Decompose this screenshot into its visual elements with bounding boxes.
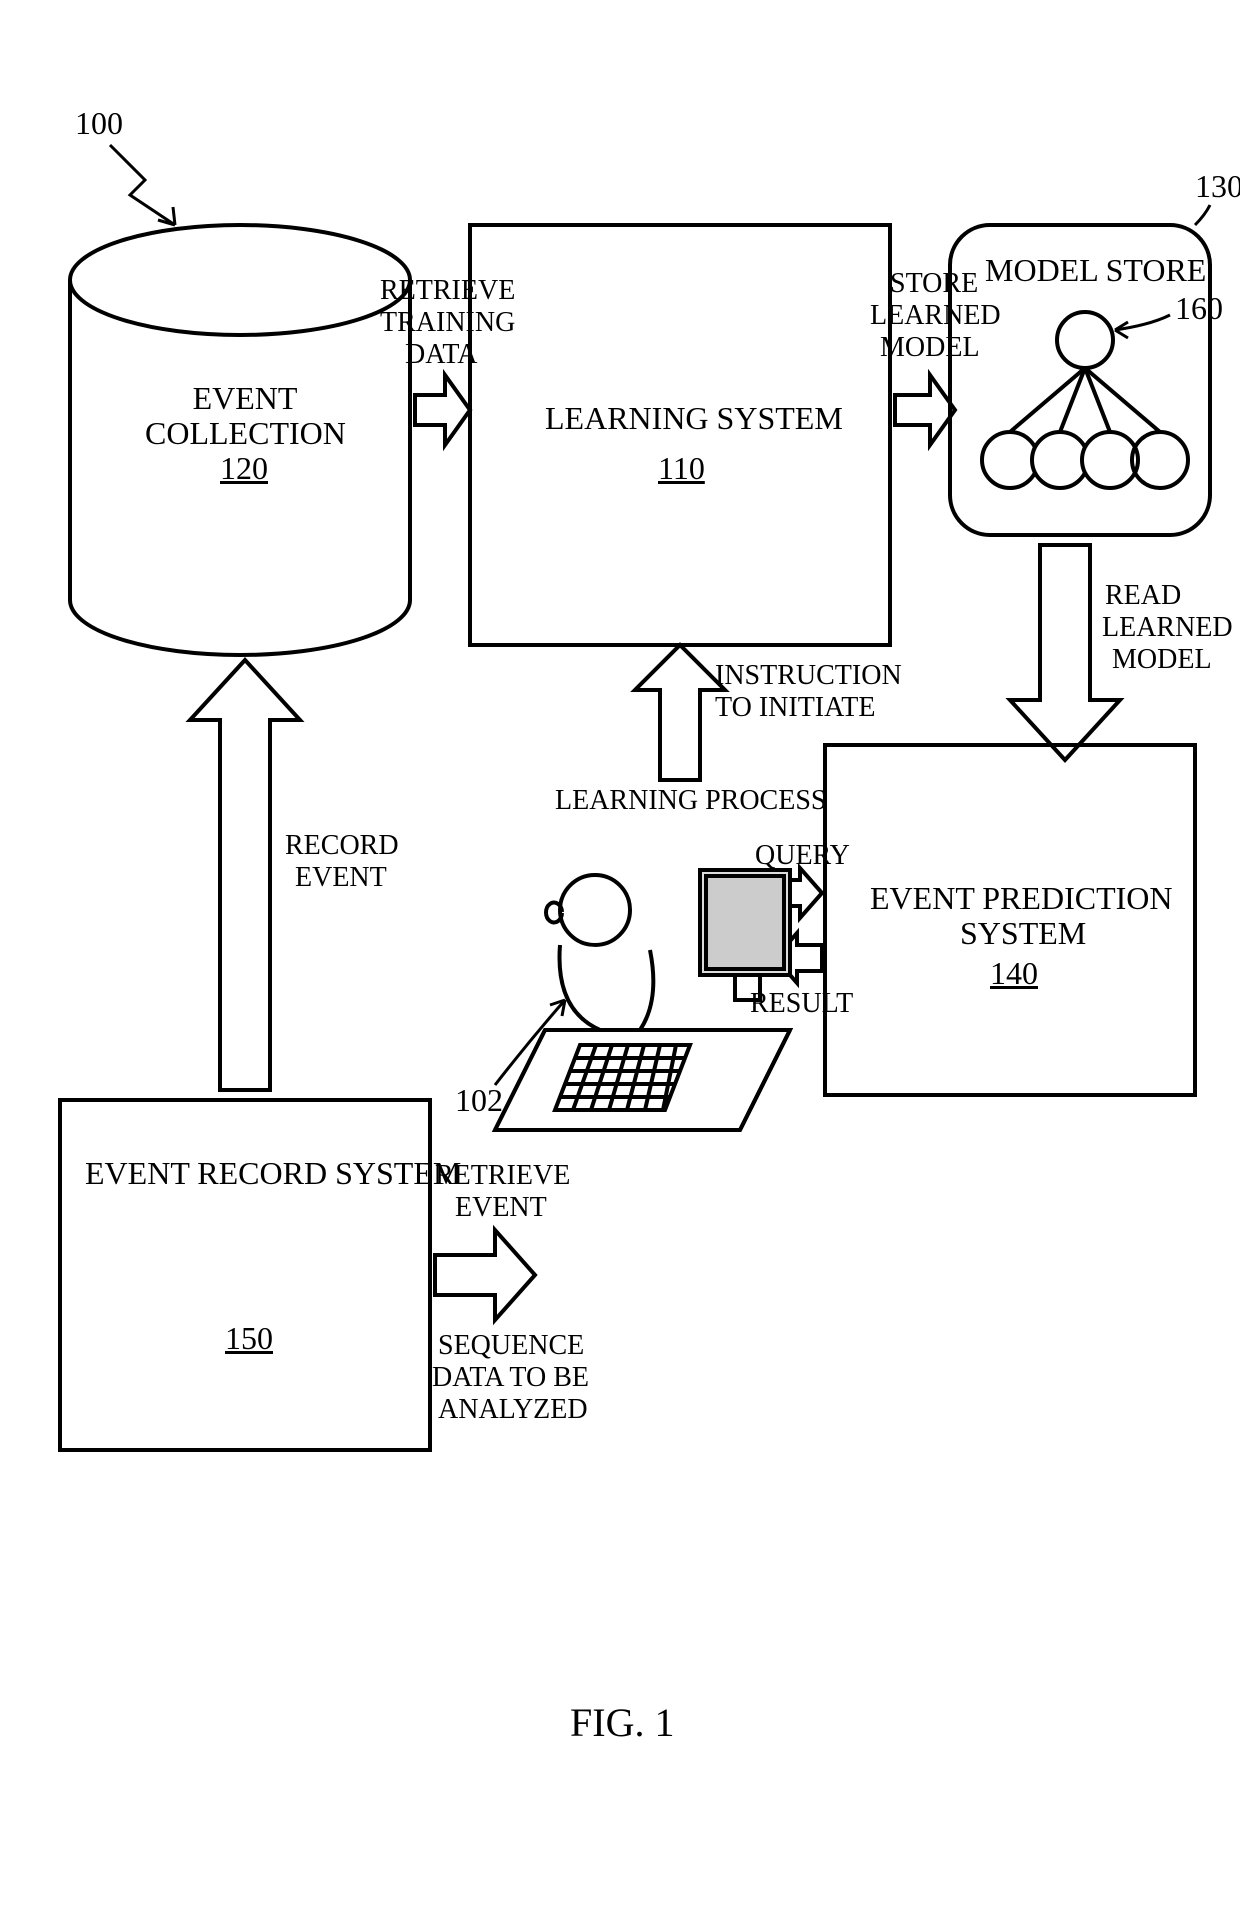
model-network-icon xyxy=(982,312,1188,488)
store-learned-arrow xyxy=(895,375,955,445)
model-store-title: MODEL STORE xyxy=(985,252,1206,289)
retrieve-seq-l5: ANALYZED xyxy=(438,1394,588,1426)
callout-100-arrow xyxy=(110,145,175,225)
retrieve-training-arrow xyxy=(415,375,470,445)
event-collection-l1: EVENT xyxy=(190,380,300,417)
read-learned-l2: LEARNED xyxy=(1102,612,1233,644)
read-learned-l1: READ xyxy=(1105,580,1181,612)
read-learned-arrow xyxy=(1010,545,1120,760)
diagram-svg xyxy=(0,0,1240,1927)
query-label: QUERY xyxy=(755,840,850,872)
retrieve-seq-l4: DATA TO BE xyxy=(432,1362,589,1394)
retrieve-seq-l2: EVENT xyxy=(455,1192,547,1224)
instruction-l1: INSTRUCTION xyxy=(715,660,902,692)
event-prediction-l2: SYSTEM xyxy=(960,915,1086,952)
figure-label: FIG. 1 xyxy=(570,1700,674,1746)
learning-system-title: LEARNING SYSTEM xyxy=(545,400,843,437)
store-learned-l2: LEARNED xyxy=(870,300,1001,332)
event-record-ref: 150 xyxy=(225,1320,273,1357)
callout-160: 160 xyxy=(1175,290,1223,327)
event-collection-ref: 120 xyxy=(220,450,268,487)
event-prediction-ref: 140 xyxy=(990,955,1038,992)
callout-100: 100 xyxy=(75,105,123,142)
event-collection-l2: COLLECTION xyxy=(145,415,346,452)
callout-102: 102 xyxy=(455,1082,503,1119)
result-label: RESULT xyxy=(750,988,853,1020)
store-learned-l1: STORE xyxy=(890,268,978,300)
instruction-arrow xyxy=(635,645,725,780)
event-record-title: EVENT RECORD SYSTEM xyxy=(85,1155,461,1192)
retrieve-seq-l3: SEQUENCE xyxy=(438,1330,584,1362)
event-prediction-l1: EVENT PREDICTION xyxy=(870,880,1173,917)
store-learned-l3: MODEL xyxy=(880,332,980,364)
retrieve-training-l2: TRAINING xyxy=(380,307,515,339)
event-record-box xyxy=(60,1100,430,1450)
instruction-l3: LEARNING PROCESS xyxy=(555,785,826,817)
patent-figure: FIG. 1 100 130 160 102 EVENT COLLECTION … xyxy=(0,0,1240,1927)
learning-system-ref: 110 xyxy=(658,450,705,487)
retrieve-event-seq-arrow xyxy=(435,1230,535,1320)
callout-130-lead xyxy=(1195,205,1210,225)
retrieve-seq-l1: RETRIEVE xyxy=(435,1160,570,1192)
callout-130: 130 xyxy=(1195,168,1240,205)
record-event-arrow xyxy=(190,660,300,1090)
retrieve-training-l1: RETRIEVE xyxy=(380,275,515,307)
record-event-l2: EVENT xyxy=(295,862,387,894)
instruction-l2: TO INITIATE xyxy=(715,692,875,724)
user-at-desk-icon xyxy=(495,870,790,1130)
callout-160-lead xyxy=(1115,315,1170,330)
retrieve-training-l3: DATA xyxy=(405,339,477,371)
record-event-l1: RECORD xyxy=(285,830,399,862)
read-learned-l3: MODEL xyxy=(1112,644,1212,676)
